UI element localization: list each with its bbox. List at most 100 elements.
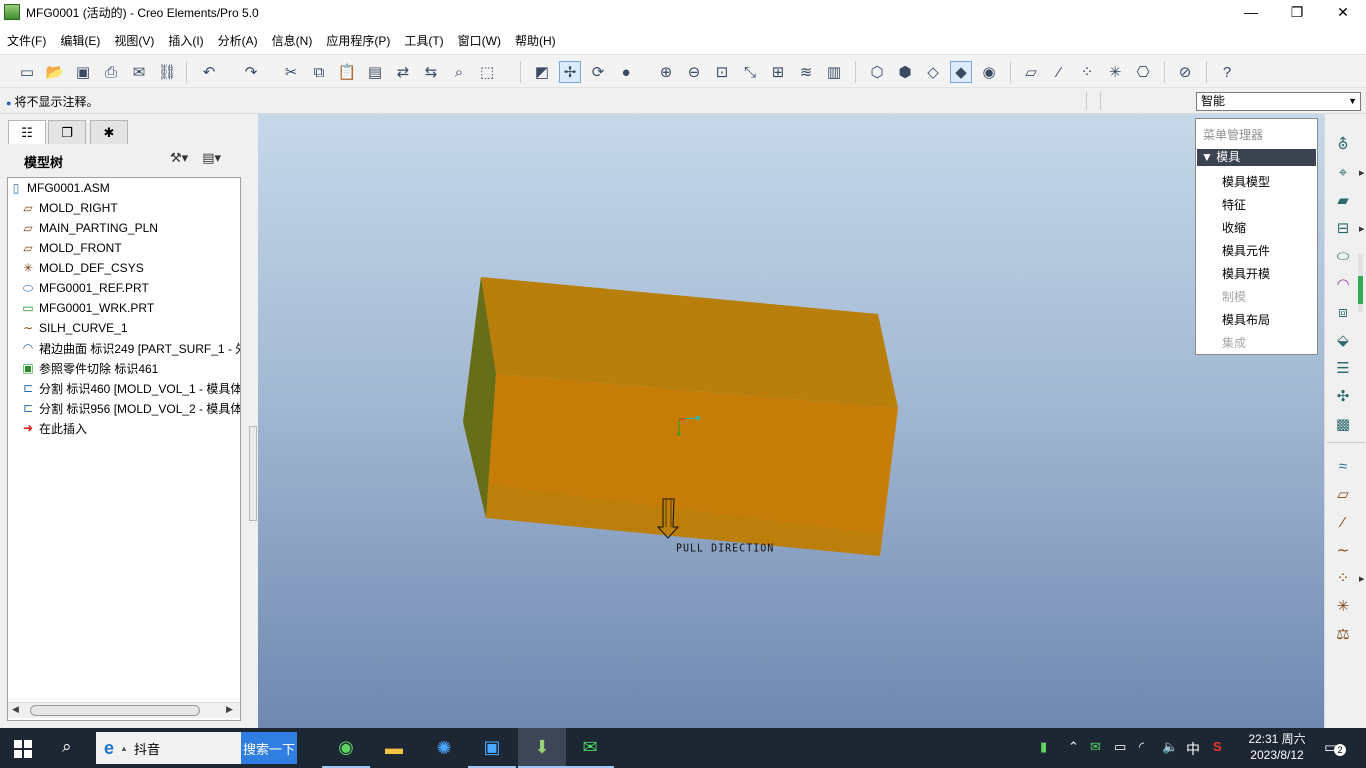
mm-item-feature[interactable]: 特征 [1222,196,1246,213]
shading-icon[interactable]: ◆ [950,61,972,83]
chevron-right-icon[interactable]: ▶ [1359,225,1364,233]
menu-help[interactable]: 帮助(H) [508,32,563,49]
model-tree-tab-icon[interactable]: ☷ [8,120,46,144]
tree-item[interactable]: ▣ 参照零件切除 标识461 [20,358,158,378]
workpiece-create-icon[interactable]: ▰ [1330,189,1356,211]
copy-icon[interactable]: ⧉ [308,61,330,83]
menu-view[interactable]: 视图(V) [107,32,161,49]
network-tool-icon[interactable]: ✺ [420,728,468,768]
volume-icon[interactable]: 🔈 [1162,739,1178,755]
send-mail-icon[interactable]: ✉ [128,61,150,83]
search-icon[interactable]: ⌕ [62,737,72,757]
undo-icon[interactable]: ↶ [198,61,220,83]
datum-curve-sketch-icon[interactable]: ≈ [1330,455,1356,477]
favorites-tab-icon[interactable]: ✱ [90,120,128,144]
tree-settings-icon[interactable]: ⚒▾ [170,150,188,166]
show-hidden-icons-icon[interactable]: ⌃ [1068,739,1079,755]
new-icon[interactable]: ▭ [16,61,38,83]
search-button[interactable]: 搜索一下 [241,732,297,764]
coordinate-system-icon[interactable]: ✳ [1330,595,1356,617]
tree-show-icon[interactable]: ▤▾ [202,150,221,166]
select-box-icon[interactable]: ⬚ [476,61,498,83]
reorient-icon[interactable]: ⤡ [739,61,761,83]
tree-item[interactable]: ▱ MAIN_PARTING_PLN [20,218,158,238]
datum-curve-icon[interactable]: ∼ [1330,539,1356,561]
hide-icon[interactable]: ⊘ [1174,61,1196,83]
datum-planes-icon[interactable]: ▱ [1020,61,1042,83]
context-help-icon[interactable]: ? [1216,61,1238,83]
sogou-icon[interactable]: S [1213,739,1222,754]
cut-icon[interactable]: ✂ [280,61,302,83]
tree-item[interactable]: ∼ SILH_CURVE_1 [20,318,128,338]
windows-start-icon[interactable] [14,740,32,758]
creo-app-icon[interactable]: ⬇ [518,728,566,768]
datum-axes-icon[interactable]: ⁄ [1048,61,1070,83]
analysis-feature-icon[interactable]: ⚖ [1330,623,1356,645]
mold-layout-icon[interactable]: ⌖ [1330,161,1356,183]
right-toolbar-scrollbar[interactable] [1358,254,1363,312]
wireframe-icon[interactable]: ⬡ [866,61,888,83]
menu-info[interactable]: 信息(N) [265,32,320,49]
shrinkage-icon[interactable]: ⊟ [1330,217,1356,239]
mm-item-mold-component[interactable]: 模具元件 [1222,242,1270,259]
mm-item-mold-layout[interactable]: 模具布局 [1222,311,1270,328]
tree-item[interactable]: ⬭ MFG0001_REF.PRT [20,278,149,298]
wechat-icon[interactable]: ✉ [566,728,614,768]
menu-applications[interactable]: 应用程序(P) [319,32,397,49]
menu-tools[interactable]: 工具(T) [397,32,450,49]
tree-item[interactable]: ▱ MOLD_RIGHT [20,198,117,218]
wechat-tray-icon[interactable]: ✉ [1090,739,1101,755]
skirt-surface-icon[interactable]: ◠ [1330,273,1356,295]
menu-insert[interactable]: 插入(I) [161,32,210,49]
panel-resize-handle[interactable] [249,426,257,521]
menu-window[interactable]: 窗口(W) [451,32,508,49]
annotations-icon[interactable]: ⎔ [1132,61,1154,83]
graphics-window[interactable]: PULL DIRECTION [258,114,1324,728]
mold-open-icon[interactable]: ☰ [1330,357,1356,379]
tree-item[interactable]: ➜ 在此插入 [20,418,87,438]
scroll-thumb[interactable] [30,705,200,716]
shade-sphere-icon[interactable]: ● [615,61,637,83]
saved-views-icon[interactable]: ⊞ [767,61,789,83]
datum-axis-icon[interactable]: ⁄ [1330,511,1356,533]
paste-icon[interactable]: 📋 [336,61,358,83]
close-button[interactable]: ✕ [1320,0,1366,24]
paste-special-icon[interactable]: ▤ [364,61,386,83]
redo-icon[interactable]: ↷ [240,61,262,83]
tree-item[interactable]: ⊏ 分割 标识956 [MOLD_VOL_2 - 模具体 [20,398,240,418]
menu-manager-section[interactable]: ▼ 模具 [1197,149,1316,166]
tree-item[interactable]: ▯ MFG0001.ASM [8,178,110,198]
print-icon[interactable]: ⎙ [100,61,122,83]
view-manager-icon[interactable]: ▥ [823,61,845,83]
no-hidden-icon[interactable]: ◇ [922,61,944,83]
system-clock[interactable]: 22:31 周六 2023/8/12 [1243,731,1311,763]
tree-item[interactable]: ✳ MOLD_DEF_CSYS [20,258,144,278]
refit-icon[interactable]: ⊡ [711,61,733,83]
ime-icon[interactable]: 中 [1186,739,1200,759]
battery-app-icon[interactable]: ▮ [1040,739,1047,755]
layers-icon[interactable]: ≋ [795,61,817,83]
open-icon[interactable]: 📂 [44,61,66,83]
mm-item-shrinkage[interactable]: 收缩 [1222,219,1246,236]
hidden-line-icon[interactable]: ⬢ [894,61,916,83]
zoom-out-icon[interactable]: ⊖ [683,61,705,83]
mold-component-icon[interactable]: ⬙ [1330,329,1356,351]
send-link-icon[interactable]: ⛓ [156,61,178,83]
mold-reference-model-icon[interactable]: ⛢ [1330,133,1356,155]
zoom-in-icon[interactable]: ⊕ [655,61,677,83]
chevron-right-icon[interactable]: ▶ [1359,575,1364,583]
runner-icon[interactable]: ✣ [1330,385,1356,407]
wifi-icon[interactable]: ◜ [1139,739,1144,755]
file-explorer-icon[interactable]: ▬ [370,728,418,768]
menu-file[interactable]: 文件(F) [0,32,53,49]
enhanced-realism-icon[interactable]: ◉ [978,61,1000,83]
regen-manager-icon[interactable]: ⇆ [420,61,442,83]
menu-analysis[interactable]: 分析(A) [211,32,265,49]
tree-item[interactable]: ▭ MFG0001_WRK.PRT [20,298,154,318]
datum-plane-icon[interactable]: ▱ [1330,483,1356,505]
tree-horizontal-scrollbar[interactable]: ◀ ▶ [8,702,240,718]
menu-edit[interactable]: 编辑(E) [53,32,107,49]
save-icon[interactable]: ▣ [72,61,94,83]
orient-mode-icon[interactable]: ⟳ [587,61,609,83]
regenerate-icon[interactable]: ⇄ [392,61,414,83]
